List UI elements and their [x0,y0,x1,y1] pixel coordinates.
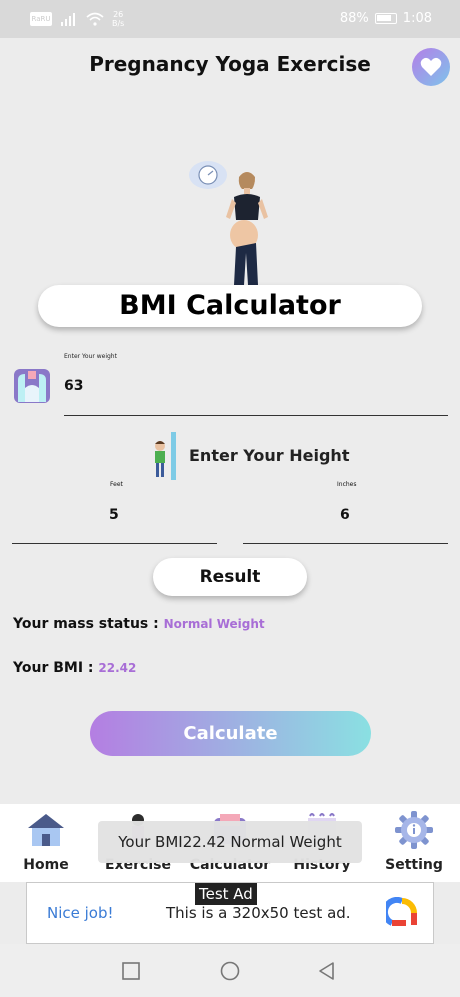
clock: 1:08 [402,11,432,26]
gear-icon [395,811,433,849]
network-speed: 26 B/s [112,10,124,28]
ad-cta[interactable]: Nice job! [47,904,114,922]
weight-underline [64,415,448,416]
ad-logo-icon [386,897,417,926]
toast-message: Your BMI22.42 Normal Weight [98,821,362,863]
back-icon[interactable] [317,961,337,981]
inches-label: Inches [337,481,357,488]
pregnant-woman-illustration [189,161,268,285]
nav-item-home[interactable]: Home [0,804,92,882]
height-title: Enter Your Height [189,446,350,465]
carrier-badge: RaRU [30,12,52,26]
status-bar-left: RaRU 26 B/s [30,10,124,28]
system-nav-bar [0,944,460,997]
bmi-value: 22.42 [98,661,137,675]
scale-icon [14,369,50,403]
nav-label-home: Home [23,857,69,873]
inches-input[interactable]: 6 [340,507,350,523]
speed-value: 26 [113,10,124,19]
signal-icon [61,13,75,26]
recent-apps-icon[interactable] [121,961,141,981]
mass-status-row: Your mass status : Normal Weight [13,616,265,632]
battery-percent: 88% [339,11,369,26]
nav-label-setting: Setting [385,857,443,873]
page-title: Pregnancy Yoga Exercise [89,52,371,76]
battery-icon [374,13,397,24]
bmi-label: Your BMI : [13,660,94,676]
ad-text: This is a 320x50 test ad. [166,904,351,922]
home-icon [28,814,64,846]
feet-underline [12,543,217,544]
status-bar: RaRU 26 B/s 88% 1:08 [0,0,460,38]
speed-unit: B/s [112,19,125,28]
heart-icon [420,57,442,76]
feet-label: Feet [110,481,123,488]
favorite-button[interactable] [412,48,450,86]
result-heading: Result [153,558,307,596]
weight-label: Enter Your weight [64,353,117,360]
height-measure-icon [155,432,176,480]
inches-underline [243,543,448,544]
test-ad-badge: Test Ad [195,883,257,905]
status-bar-right: 88% 1:08 [340,11,432,26]
calculate-button[interactable]: Calculate [90,711,371,756]
bmi-calculator-title: BMI Calculator [38,285,422,327]
home-circle-icon[interactable] [220,961,240,981]
mass-status-value: Normal Weight [163,617,265,631]
weight-input[interactable]: 63 [64,378,83,394]
mass-status-label: Your mass status : [13,616,159,632]
bmi-row: Your BMI : 22.42 [13,660,136,676]
wifi-icon [86,12,104,26]
nav-item-setting[interactable]: Setting [368,804,460,882]
feet-input[interactable]: 5 [109,507,119,523]
